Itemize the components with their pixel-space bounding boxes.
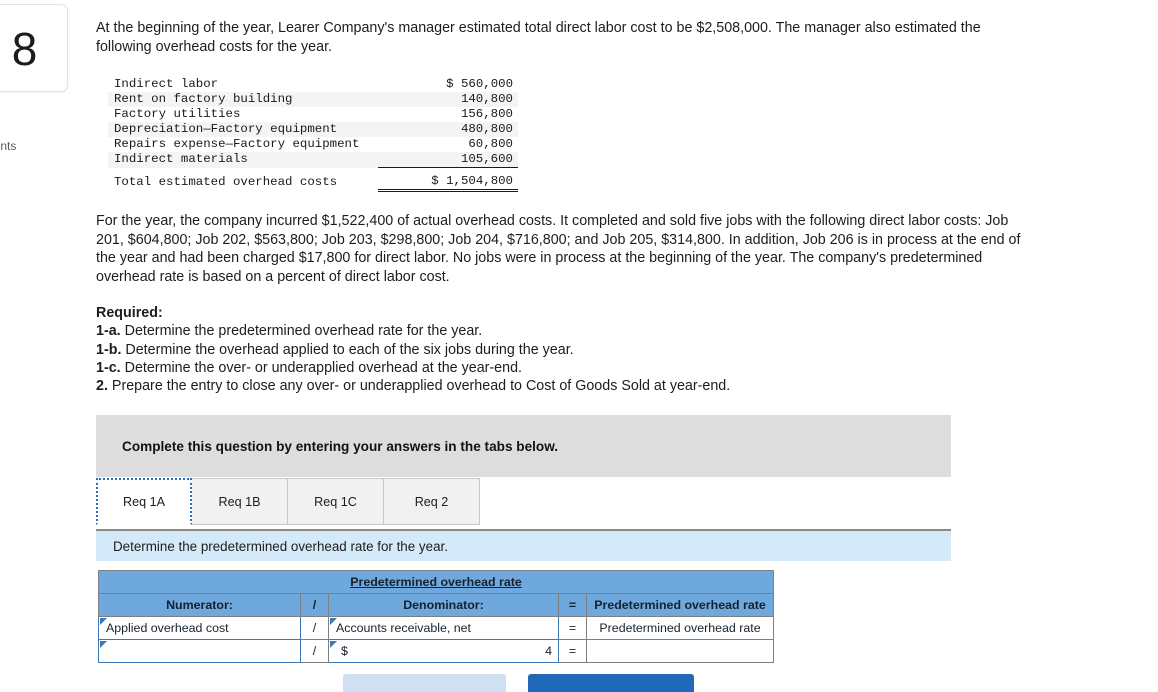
instruction-banner-text: Complete this question by entering your … <box>122 438 559 454</box>
denominator-input-row2[interactable]: $ 4 <box>328 639 559 663</box>
tab-req-1b[interactable]: Req 1B <box>192 478 288 525</box>
overhead-row-label: Rent on factory building <box>108 92 378 107</box>
numerator-input-row2[interactable] <box>98 639 301 663</box>
question-rail: 8 oints <box>0 0 90 692</box>
answer-table: Predetermined overhead rate Numerator: /… <box>98 570 774 663</box>
currency-symbol: $ <box>341 644 348 658</box>
answer-table-title-row: Predetermined overhead rate <box>98 570 774 594</box>
tab-label: Req 1A <box>122 494 165 509</box>
answer-table-header-row: Numerator: / Denominator: = Predetermine… <box>98 593 774 617</box>
header-equals: = <box>558 593 587 617</box>
divider-row1: / <box>300 616 329 640</box>
header-result: Predetermined overhead rate <box>586 593 774 617</box>
required-item-marker: 2. <box>96 378 108 395</box>
overhead-row-amount: 140,800 <box>378 92 518 107</box>
equals-row1: = <box>558 616 587 640</box>
overhead-row-amount: 480,800 <box>378 122 518 137</box>
required-item-text: Determine the overhead applied to each o… <box>121 341 574 358</box>
overhead-row-label: Factory utilities <box>114 107 241 121</box>
required-item-text: Prepare the entry to close any over- or … <box>107 378 731 395</box>
tab-req-1c[interactable]: Req 1C <box>288 478 384 525</box>
required-item-text: Determine the predetermined overhead rat… <box>120 323 483 340</box>
tab-req-1a[interactable]: Req 1A <box>96 478 192 525</box>
answer-table-row: Applied overhead cost / Accounts receiva… <box>98 616 774 640</box>
overhead-costs-table: Indirect labor $ 560,000 Rent on factory b… <box>108 77 518 192</box>
overhead-row: Indirect labor $ 560,000 <box>108 77 518 92</box>
tab-instruction-text: Determine the predetermined overhead rat… <box>113 538 448 554</box>
denominator-value: 4 <box>545 644 552 658</box>
result-row1: Predetermined overhead rate <box>586 616 774 640</box>
numerator-input-row1[interactable]: Applied overhead cost <box>98 616 301 640</box>
tab-label: Req 1C <box>314 494 357 509</box>
equals-row2: = <box>558 639 587 663</box>
points-label: oints <box>0 139 17 153</box>
overhead-rows: Indirect labor $ 560,000 Rent on factory b… <box>108 77 518 192</box>
overhead-row: Repairs expense—Factory equipment 60,800 <box>108 137 518 152</box>
required-item: 1-c. Determine the over- or underapplied… <box>96 359 996 377</box>
requirement-tabs[interactable]: Req 1A Req 1B Req 1C Req 2 <box>96 478 480 525</box>
question-number: 8 <box>11 23 38 75</box>
tab-instruction-bar: Determine the predetermined overhead rat… <box>96 529 951 561</box>
required-item-marker: 1-b. <box>96 341 122 358</box>
answer-table-title: Predetermined overhead rate <box>98 570 774 594</box>
required-item-marker: 1-a. <box>96 323 121 340</box>
header-denominator: Denominator: <box>328 593 559 617</box>
required-heading: Required: <box>96 305 163 321</box>
required-item-text: Determine the over- or underapplied over… <box>120 359 522 376</box>
tab-label: Req 1B <box>218 494 261 509</box>
instruction-banner: Complete this question by entering your … <box>96 415 951 477</box>
tab-label: Req 2 <box>414 494 449 509</box>
overhead-row-label: Repairs expense—Factory equipment <box>114 137 360 151</box>
question-number-card: 8 <box>0 4 68 92</box>
overhead-row: Factory utilities 156,800 <box>108 107 518 122</box>
denominator-input-row1[interactable]: Accounts receivable, net <box>328 616 559 640</box>
next-button[interactable] <box>528 674 694 692</box>
previous-button[interactable] <box>343 674 506 692</box>
required-items: 1-a. Determine the predetermined overhea… <box>96 322 996 395</box>
overhead-row-label: Depreciation—Factory equipment <box>108 122 378 137</box>
overhead-total-label: Total estimated overhead costs <box>114 174 338 189</box>
header-numerator: Numerator: <box>98 593 301 617</box>
intro-paragraph: At the beginning of the year, Learer Com… <box>96 20 981 55</box>
denominator-amount-row2: $ 4 <box>336 640 552 662</box>
required-item: 1-b. Determine the overhead applied to e… <box>96 341 996 359</box>
required-section: Required: 1-a. Determine the predetermin… <box>96 304 996 395</box>
overhead-row: Rent on factory building 140,800 <box>108 92 518 107</box>
overhead-row-label: Indirect materials <box>108 152 378 168</box>
result-row2 <box>586 639 774 663</box>
required-item: 1-a. Determine the predetermined overhea… <box>96 322 996 340</box>
overhead-total-amount: $ 1,504,800 <box>378 167 518 192</box>
answer-table-row: / $ 4 = <box>98 639 774 663</box>
required-item: 2. Prepare the entry to close any over- … <box>96 377 996 395</box>
scenario-paragraph: For the year, the company incurred $1,52… <box>96 213 1021 285</box>
overhead-row-amount: 156,800 <box>460 107 513 121</box>
header-divider: / <box>300 593 329 617</box>
overhead-total-row: Total estimated overhead costs $ 1,504,80… <box>108 167 518 192</box>
overhead-row-amount: 60,800 <box>468 137 513 151</box>
overhead-row-amount: 105,600 <box>378 152 518 168</box>
overhead-row-amount: $ 560,000 <box>446 77 513 91</box>
question-page: 8 oints At the beginning of the year, Le… <box>0 0 1158 692</box>
divider-row2: / <box>300 639 329 663</box>
required-item-marker: 1-c. <box>96 359 121 376</box>
tab-req-2[interactable]: Req 2 <box>384 478 480 525</box>
overhead-row-label: Indirect labor <box>114 77 219 91</box>
overhead-row: Depreciation—Factory equipment 480,800 <box>108 122 518 137</box>
overhead-row: Indirect materials 105,600 <box>108 152 518 168</box>
